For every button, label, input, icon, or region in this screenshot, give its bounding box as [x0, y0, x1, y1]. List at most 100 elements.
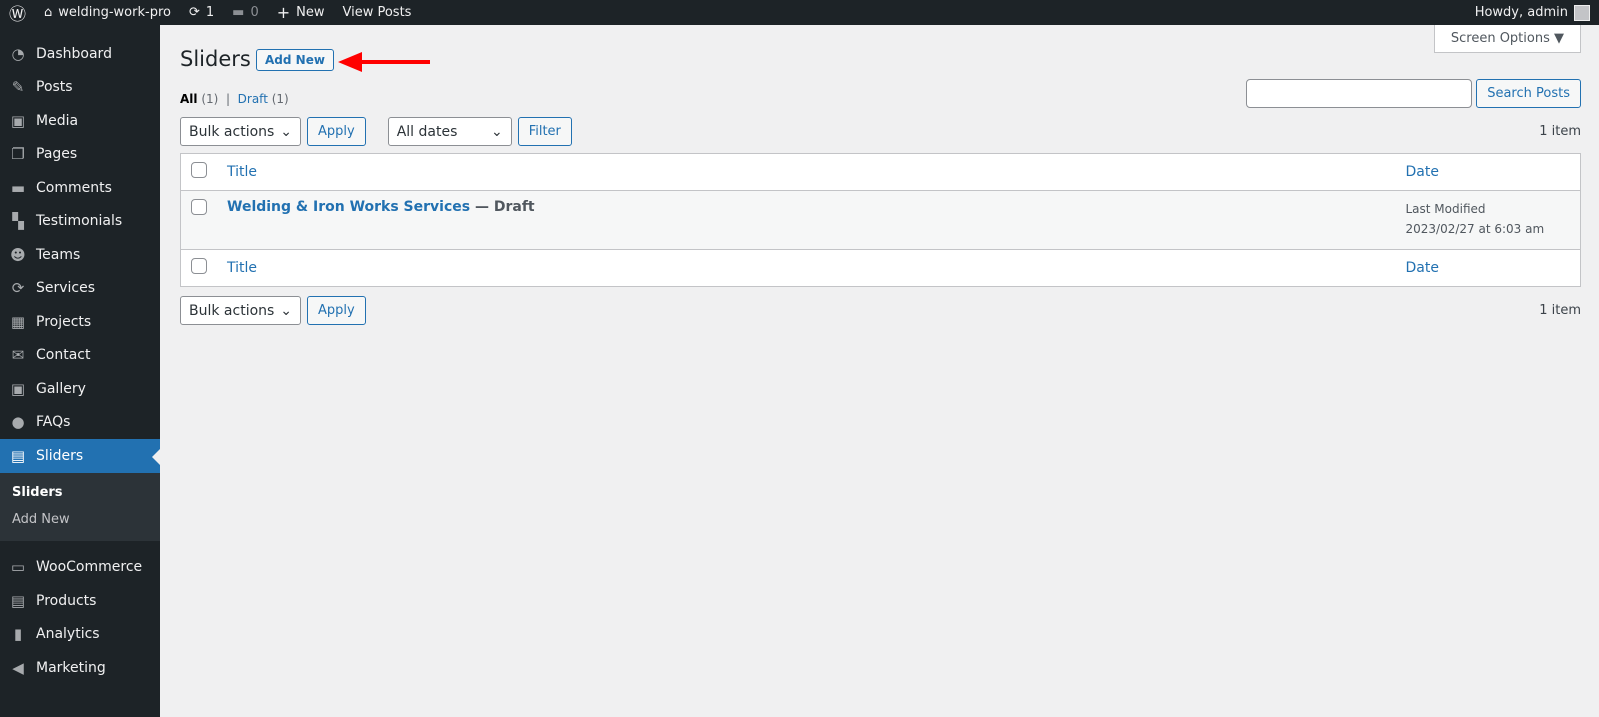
- sidebar-item-label: Pages: [36, 146, 78, 163]
- bulk-actions-select[interactable]: Bulk actions ⌄: [180, 117, 301, 146]
- sidebar-item-label: WooCommerce: [36, 559, 143, 576]
- select-all-checkbox[interactable]: [191, 162, 207, 178]
- sidebar-item-label: Gallery: [36, 380, 86, 397]
- account-menu[interactable]: Howdy, admin: [1466, 0, 1599, 25]
- column-title-footer[interactable]: Title: [217, 250, 1396, 287]
- sidebar-item-label: Marketing: [36, 659, 106, 676]
- new-label: New: [296, 5, 325, 20]
- sidebar-item-label: Projects: [36, 313, 92, 330]
- gallery-icon: ▣: [10, 379, 26, 398]
- column-date-header[interactable]: Date: [1396, 154, 1581, 191]
- sidebar-item-label: Services: [36, 280, 96, 297]
- view-posts-link[interactable]: View Posts: [334, 0, 421, 25]
- all-count: (1): [201, 92, 219, 106]
- sidebar-item-media[interactable]: ▣ Media: [0, 104, 160, 138]
- sidebar-item-analytics[interactable]: ▮ Analytics: [0, 618, 160, 652]
- search-box: Search Posts: [1246, 79, 1581, 108]
- date-label: Last Modified: [1405, 202, 1486, 216]
- update-icon: ⟳: [11, 279, 25, 298]
- table-header: Title Date: [180, 154, 1581, 191]
- draft-count: (1): [271, 92, 289, 106]
- plus-icon: +: [276, 3, 291, 22]
- view-draft[interactable]: Draft: [238, 92, 268, 106]
- sidebar-item-label: Analytics: [36, 626, 100, 643]
- sidebar-item-faqs[interactable]: ● FAQs: [0, 406, 160, 440]
- posts-table: Title Date Welding & Iron Works Services…: [180, 153, 1581, 287]
- submenu: Sliders Add New: [0, 472, 160, 541]
- sidebar-item-label: Teams: [36, 246, 81, 263]
- chevron-down-icon: ⌄: [280, 123, 292, 140]
- post-title-link[interactable]: Welding & Iron Works Services: [227, 199, 470, 215]
- sidebar-item-services[interactable]: ⟳ Services: [0, 272, 160, 306]
- admin-bar: Ⓦ ⌂ welding-work-pro ⟳ 1 ▬ 0 + New View Post…: [0, 0, 1599, 25]
- dashboard-icon: ◔: [11, 44, 25, 63]
- updates-link[interactable]: ⟳ 1: [180, 0, 223, 25]
- sidebar-item-label: Products: [36, 592, 97, 609]
- bottom-tablenav: Bulk actions ⌄ Apply 1 item: [180, 296, 1581, 325]
- sidebar-item-teams[interactable]: ☻ Teams: [0, 238, 160, 272]
- post-status-views: All (1) | Draft (1): [180, 92, 289, 106]
- woo-icon: ▭: [10, 558, 26, 577]
- table-row: Welding & Iron Works Services — Draft La…: [180, 190, 1581, 250]
- date-value: 2023/02/27 at 6:03 am: [1405, 222, 1545, 236]
- sidebar-item-comments[interactable]: ▬ Comments: [0, 171, 160, 205]
- chat-icon: ●: [11, 413, 25, 432]
- view-all[interactable]: All: [180, 92, 198, 106]
- sidebar-item-testimonials[interactable]: ▚ Testimonials: [0, 205, 160, 239]
- date-filter-select[interactable]: All dates ⌄: [387, 117, 512, 146]
- row-checkbox[interactable]: [191, 199, 207, 215]
- column-title-header[interactable]: Title: [217, 154, 1396, 191]
- submenu-sliders[interactable]: Sliders: [0, 479, 160, 506]
- column-date-footer[interactable]: Date: [1396, 250, 1581, 287]
- comment-icon: ▬: [10, 178, 26, 197]
- sidebar-item-dashboard[interactable]: ◔ Dashboard: [0, 37, 160, 71]
- archive-icon: ▤: [10, 591, 26, 610]
- page-title: Sliders: [180, 47, 251, 71]
- sidebar-item-sliders[interactable]: ▤ Sliders: [0, 439, 160, 473]
- add-new-button[interactable]: Add New: [256, 49, 334, 71]
- testimonials-icon: ▚: [12, 212, 24, 231]
- admin-menu: ◔ Dashboard ✎ Posts ▣ Media ❐ Pages ▬ Comments ▚ Te…: [0, 25, 160, 717]
- sidebar-item-label: FAQs: [36, 414, 71, 431]
- top-tablenav: Bulk actions ⌄ Apply All dates ⌄ Filter 1 …: [180, 117, 1581, 146]
- bulk-label: Bulk actions: [189, 302, 275, 319]
- slides-icon: ▤: [10, 446, 26, 465]
- new-content-link[interactable]: + New: [268, 0, 334, 25]
- home-icon: ⌂: [44, 5, 53, 20]
- search-posts-button[interactable]: Search Posts: [1476, 79, 1581, 108]
- view-posts-label: View Posts: [342, 5, 412, 20]
- post-state: — Draft: [470, 199, 535, 215]
- media-icon: ▣: [10, 111, 26, 130]
- sidebar-item-gallery[interactable]: ▣ Gallery: [0, 372, 160, 406]
- sidebar-item-projects[interactable]: ▦ Projects: [0, 305, 160, 339]
- submenu-add-new[interactable]: Add New: [0, 506, 160, 533]
- comments-count: 0: [250, 5, 259, 20]
- sidebar-item-marketing[interactable]: ◀ Marketing: [0, 651, 160, 685]
- bulk-actions-select-bottom[interactable]: Bulk actions ⌄: [180, 296, 301, 325]
- wp-logo-icon[interactable]: Ⓦ: [0, 0, 35, 25]
- megaphone-icon: ◀: [12, 658, 24, 677]
- screen-options-button[interactable]: Screen Options ▼: [1433, 25, 1581, 53]
- apply-button[interactable]: Apply: [307, 117, 366, 146]
- sidebar-item-products[interactable]: ▤ Products: [0, 584, 160, 618]
- comment-icon: ▬: [232, 5, 245, 20]
- apply-button-bottom[interactable]: Apply: [307, 296, 366, 325]
- site-name-link[interactable]: ⌂ welding-work-pro: [35, 0, 180, 25]
- howdy-label: Howdy, admin: [1474, 5, 1568, 20]
- search-input[interactable]: [1246, 79, 1473, 108]
- sidebar-item-posts[interactable]: ✎ Posts: [0, 71, 160, 105]
- portfolio-icon: ▦: [10, 312, 26, 331]
- filter-button[interactable]: Filter: [517, 117, 572, 146]
- chevron-down-icon: ⌄: [280, 302, 292, 319]
- sidebar-item-label: Comments: [36, 179, 112, 196]
- sidebar-item-woocommerce[interactable]: ▭ WooCommerce: [0, 551, 160, 585]
- select-all-checkbox-footer[interactable]: [191, 258, 207, 274]
- avatar: [1574, 4, 1590, 21]
- comments-link[interactable]: ▬ 0: [223, 0, 268, 25]
- item-count-bottom: 1 item: [1539, 303, 1581, 318]
- sidebar-item-label: Posts: [36, 79, 73, 96]
- sidebar-item-pages[interactable]: ❐ Pages: [0, 138, 160, 172]
- sidebar-item-contact[interactable]: ✉ Contact: [0, 339, 160, 373]
- table-footer: Title Date: [180, 249, 1581, 287]
- chevron-down-icon: ⌄: [490, 123, 503, 140]
